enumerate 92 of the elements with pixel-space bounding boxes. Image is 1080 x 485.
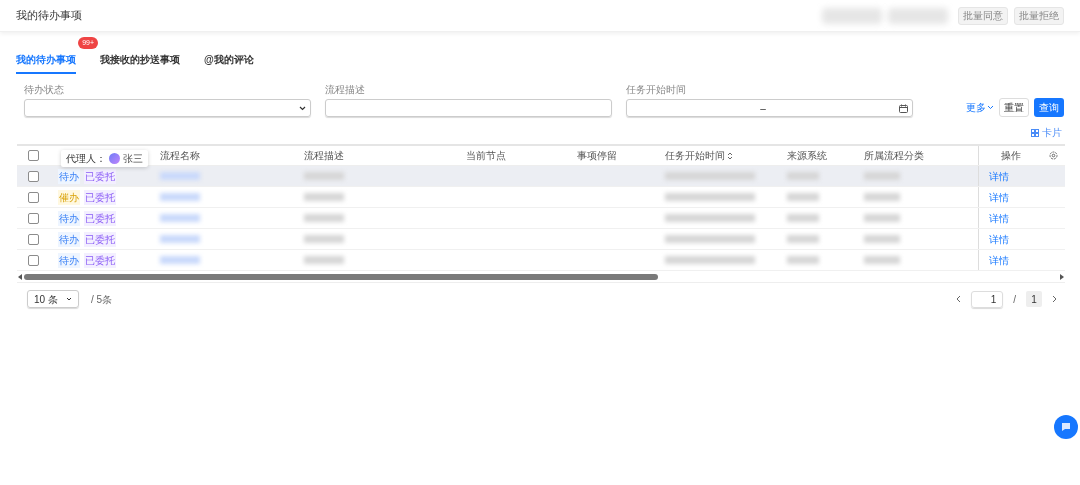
avatar <box>109 153 120 164</box>
status-tag: 催办 <box>58 189 80 205</box>
redacted-text <box>304 193 344 201</box>
status-tag: 待办 <box>58 168 80 184</box>
redacted-text <box>864 172 900 180</box>
tab[interactable]: @我的评论 <box>204 52 254 74</box>
tooltip-label: 代理人： <box>66 152 106 166</box>
redacted-text <box>864 193 900 201</box>
status-tag: 待办 <box>58 252 80 268</box>
redacted-text <box>787 256 819 264</box>
column-header: 操作 <box>1000 149 1021 163</box>
chevron-down-icon <box>65 297 72 301</box>
details-link[interactable]: 详情 <box>989 168 1009 184</box>
scroll-left-icon[interactable] <box>17 273 22 280</box>
redacted-text <box>787 172 819 180</box>
chat-float-button[interactable] <box>1054 415 1078 439</box>
redacted-text <box>160 235 200 243</box>
redacted-text <box>864 235 900 243</box>
redacted-text <box>160 256 200 264</box>
redacted-text <box>160 193 200 201</box>
batch-button[interactable]: 批量拒绝 <box>1014 6 1064 25</box>
details-link[interactable]: 详情 <box>989 210 1009 226</box>
delegated-tag: 已委托 <box>84 231 116 247</box>
redacted-text <box>304 214 344 222</box>
redacted-text <box>864 256 900 264</box>
scroll-right-icon[interactable] <box>1060 273 1065 280</box>
card-view-toggle[interactable]: 卡片 <box>1031 125 1062 140</box>
chevron-down-icon <box>987 105 994 110</box>
page-size-select[interactable]: 10 条 <box>27 290 79 308</box>
details-link[interactable]: 详情 <box>989 231 1009 247</box>
details-link[interactable]: 详情 <box>989 189 1009 205</box>
calendar-icon <box>899 103 908 113</box>
chevron-down-icon <box>299 105 306 111</box>
total-count: / 5条 <box>90 292 113 307</box>
tab[interactable]: 我接收的抄送事项 <box>100 52 180 74</box>
redacted-text <box>304 172 344 180</box>
next-page-icon[interactable] <box>1052 295 1057 303</box>
column-header: 事项停留 <box>577 149 617 163</box>
checkbox[interactable] <box>28 150 39 161</box>
checkbox[interactable] <box>28 170 39 182</box>
redacted-text <box>864 214 900 222</box>
status-tag: 待办 <box>58 210 80 226</box>
column-header: 任务开始时间 <box>665 149 725 163</box>
table-row[interactable]: 待办 已委托 详情 <box>17 250 1065 271</box>
range-separator: – <box>759 101 767 116</box>
delegated-tag: 已委托 <box>84 189 116 205</box>
column-header: 所属流程分类 <box>864 149 924 163</box>
status-tag: 待办 <box>58 231 80 247</box>
settings-icon[interactable] <box>1049 151 1058 160</box>
redacted-text <box>160 214 200 222</box>
more-link[interactable]: 更多 <box>966 100 994 115</box>
table-row[interactable]: 待办 已委托 详情 <box>17 229 1065 250</box>
page-input[interactable]: 1 <box>971 290 1004 308</box>
delegated-tag: 已委托 <box>84 210 116 226</box>
page-separator: / <box>1013 292 1016 307</box>
checkbox[interactable] <box>28 212 39 224</box>
batch-button[interactable]: 批量同意 <box>958 6 1008 25</box>
delegated-tag: 已委托 <box>84 252 116 268</box>
sort-icon[interactable] <box>727 151 733 160</box>
previous-page-icon[interactable] <box>956 295 962 303</box>
column-header: 流程描述 <box>304 149 344 163</box>
details-link[interactable]: 详情 <box>989 252 1009 268</box>
agent-name: 张三 <box>123 152 143 166</box>
redacted-text <box>304 256 344 264</box>
reset-button[interactable]: 重置 <box>999 98 1029 117</box>
date-range-field[interactable]: – <box>626 99 913 117</box>
filter-label: 待办状态 <box>24 83 65 97</box>
page-count: 1 <box>1026 291 1042 307</box>
filter-label: 流程描述 <box>325 83 366 97</box>
checkbox[interactable] <box>28 254 39 266</box>
table-row[interactable]: 催办 已委托 详情 <box>17 187 1065 208</box>
redacted-text <box>787 214 819 222</box>
column-header: 来源系统 <box>787 149 827 163</box>
table-row[interactable]: 待办 已委托 详情 <box>17 208 1065 229</box>
tab[interactable]: 我的待办事项 <box>16 52 76 74</box>
redacted-text <box>160 172 200 180</box>
checkbox[interactable] <box>28 191 39 203</box>
table-row[interactable]: 待办 已委托 详情 <box>17 166 1065 187</box>
page-title: 我的待办事项 <box>16 8 82 24</box>
column-header: 流程名称 <box>160 149 200 163</box>
chat-bubble-icon <box>1060 421 1072 433</box>
grid-icon <box>1031 128 1039 137</box>
redacted-text <box>787 193 819 201</box>
column-header: 当前节点 <box>466 149 506 163</box>
input-field[interactable] <box>325 99 612 117</box>
scrollbar-thumb[interactable] <box>24 273 658 280</box>
checkbox[interactable] <box>28 233 39 245</box>
delegated-tag: 已委托 <box>84 168 116 184</box>
redacted-text <box>304 235 344 243</box>
redacted-text <box>787 235 819 243</box>
filter-label: 任务开始时间 <box>626 83 687 97</box>
query-button[interactable]: 查询 <box>1034 98 1064 117</box>
